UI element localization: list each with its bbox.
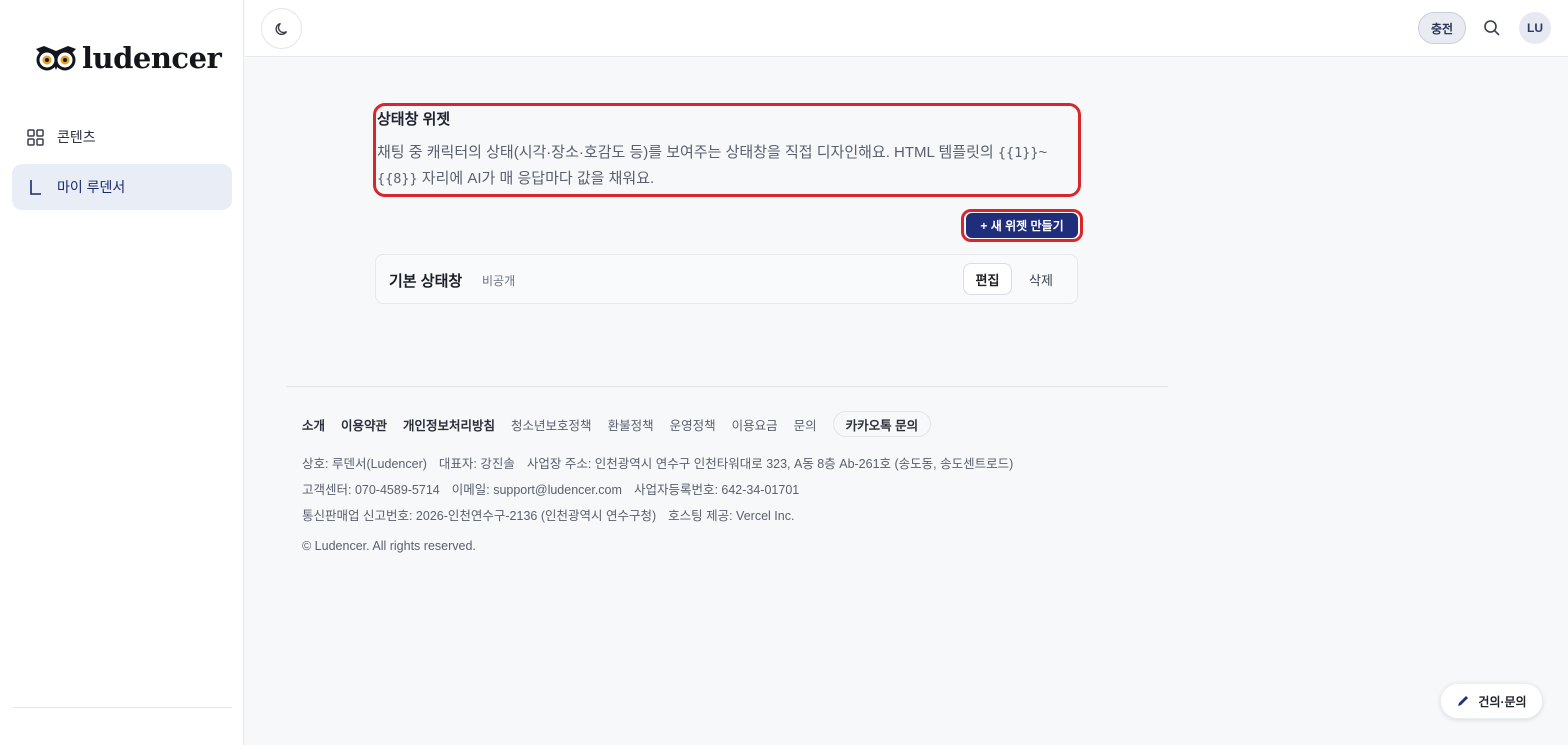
feedback-button[interactable]: 건의·문의 <box>1440 683 1543 719</box>
sidebar-item-my-ludencer[interactable]: 마이 루덴서 <box>12 164 232 210</box>
topbar: 충전 LU <box>245 0 1568 57</box>
delete-button[interactable]: 삭제 <box>1021 263 1061 295</box>
logo-text: ludencer <box>82 41 222 75</box>
widget-name: 기본 상태창 <box>389 273 463 290</box>
grid-icon <box>26 128 44 146</box>
pencil-icon <box>1456 694 1470 708</box>
sidebar-item-label: 콘텐츠 <box>57 129 96 145</box>
sidebar-item-contents[interactable]: 콘텐츠 <box>12 114 232 160</box>
footer-company-info: 상호: 루덴서(Ludencer) 대표자: 강진솔 사업장 주소: 인천광역시 연… <box>302 457 1014 471</box>
logo[interactable]: ludencer <box>34 40 222 76</box>
new-widget-button[interactable]: + 새 위젯 만들기 <box>966 213 1078 238</box>
footer-link-about[interactable]: 소개 <box>302 415 325 434</box>
moon-icon <box>274 22 287 35</box>
footer-link-refund[interactable]: 환불정책 <box>608 415 654 434</box>
footer-link-terms[interactable]: 이용약관 <box>341 415 387 434</box>
owl-logo-icon <box>36 46 76 71</box>
page-description: 채팅 중 캐릭터의 상태(시각·장소·호감도 등)를 보여주는 상태창을 직접 … <box>377 144 1048 187</box>
footer-link-operation[interactable]: 운영정책 <box>670 415 716 434</box>
footer-link-privacy[interactable]: 개인정보처리방침 <box>403 415 495 434</box>
footer-registration-info: 통신판매업 신고번호: 2026-인천연수구-2136 (인천광역시 연수구청)… <box>302 509 795 523</box>
widget-list-item: 기본 상태창 비공개 편집 삭제 <box>375 254 1078 304</box>
page-title: 상태창 위젯 <box>377 111 451 128</box>
footer-link-youth-policy[interactable]: 청소년보호정책 <box>511 415 592 434</box>
sidebar-item-label: 마이 루덴서 <box>57 179 126 195</box>
footer-links: 소개 이용약관 개인정보처리방침 청소년보호정책 환불정책 운영정책 이용요금 … <box>302 411 932 437</box>
footer-link-pricing[interactable]: 이용요금 <box>732 415 778 434</box>
footer-contact-info: 고객센터: 070-4589-5714 이메일: support@ludencer… <box>302 483 800 497</box>
theme-toggle-button[interactable] <box>261 8 302 49</box>
charge-button[interactable]: 충전 <box>1418 12 1466 44</box>
widget-visibility-status: 비공개 <box>482 274 516 288</box>
user-avatar[interactable]: LU <box>1519 12 1551 44</box>
feedback-label: 건의·문의 <box>1478 694 1527 709</box>
sidebar-divider <box>12 707 232 708</box>
footer-divider <box>286 386 1168 387</box>
kakao-contact-button[interactable]: 카카오톡 문의 <box>832 411 932 437</box>
footer-link-contact[interactable]: 문의 <box>794 415 817 434</box>
edit-button[interactable]: 편집 <box>963 263 1012 295</box>
sidebar: ludencer 콘텐츠 마이 루덴서 <box>0 0 244 745</box>
l-shape-icon <box>26 178 44 196</box>
footer-copyright: © Ludencer. All rights reserved. <box>302 539 476 553</box>
search-button[interactable] <box>1480 16 1504 40</box>
search-icon <box>1484 20 1500 36</box>
